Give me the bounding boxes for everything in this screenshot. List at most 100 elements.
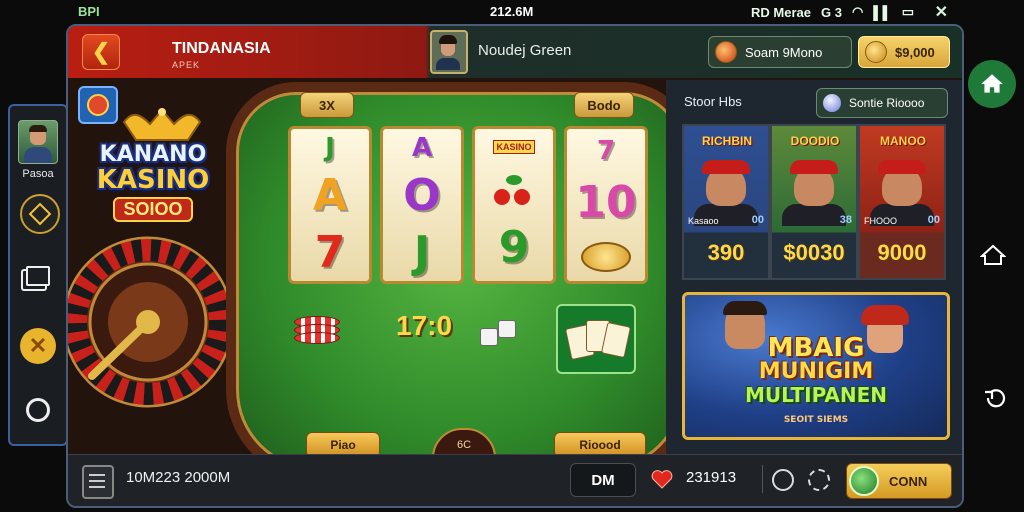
cell-signal-icon: ▌▌ (873, 4, 892, 20)
settings-icon[interactable] (772, 469, 794, 491)
bet-tag[interactable]: 3X (300, 92, 354, 118)
divider (762, 465, 763, 493)
reel-1[interactable]: J A 7 (288, 126, 372, 284)
home-fab-button[interactable] (968, 60, 1016, 108)
player-card-value: 390 (707, 240, 745, 265)
boost-tag[interactable]: Bodo (574, 92, 634, 118)
nav-home-icon[interactable] (980, 244, 1006, 266)
player-card-title: DOODIO (790, 134, 840, 148)
promo-line-4: SEOIT SIEMS (783, 415, 849, 425)
right-panel-pill[interactable]: Sontie Rioooo (816, 88, 948, 118)
status-right-group: RD Merae G 3 ◠ ▌▌ ▭ (751, 4, 914, 20)
reel-banner: KASINO (493, 139, 535, 154)
reel-symbol: 9 (498, 222, 530, 274)
reel-symbol: A (312, 169, 348, 221)
player-avatar[interactable] (430, 30, 468, 74)
player-name: Noudej Green (478, 42, 572, 59)
reel-2[interactable]: A O J (380, 126, 464, 284)
status-bar: BPI 212.6M RD Merae G 3 ◠ ▌▌ ▭ ✕ (0, 0, 1024, 24)
coin-stack-icon (581, 242, 631, 273)
status-close-icon[interactable]: ✕ (935, 2, 948, 22)
status-right-text: RD Merae (751, 4, 811, 20)
reel-4[interactable]: 7 10 (564, 126, 648, 284)
promo-banner[interactable]: MBAIG MUNIGIM MULTIPANEN SEOIT SIEMS (682, 292, 950, 440)
player-card-name: FHOOO (864, 216, 897, 226)
game-window: ❮ TINDANASIA APEK Noudej Green Soam 9Mon… (66, 24, 964, 508)
slot-reels: J A 7 A O J KASINO 9 7 10 (288, 126, 648, 284)
player-card-title: MANOO (880, 134, 926, 148)
coins-pill[interactable]: $9,000 (858, 36, 950, 68)
player-card-value: $0030 (783, 240, 845, 265)
top-bar: ❮ TINDANASIA APEK Noudej Green Soam 9Mon… (68, 26, 962, 78)
reel-3[interactable]: KASINO 9 (472, 126, 556, 284)
player-card[interactable]: DOODIO 38 $0030 (770, 124, 858, 280)
cards-icon[interactable] (556, 304, 636, 374)
user-avatar[interactable] (18, 120, 58, 164)
logo-badge-icon[interactable] (78, 86, 118, 124)
promo-line-3: MULTIPANEN (744, 383, 888, 407)
win-amount: 17:0 (396, 310, 453, 341)
globe-icon (823, 94, 841, 112)
score-label: Soam 9Mono (745, 44, 823, 60)
game-subtitle: APEK (172, 60, 201, 70)
copy-icon[interactable] (20, 258, 56, 294)
connect-label: CONN (889, 473, 928, 489)
cherry-icon (494, 174, 534, 205)
dice-icon (480, 318, 520, 350)
status-left-text: BPI (78, 4, 100, 19)
chat-icon[interactable] (20, 392, 56, 428)
reel-symbol: 10 (575, 176, 637, 228)
close-icon[interactable]: ✕ (20, 328, 56, 364)
logo-line-1: KANANO (99, 142, 207, 167)
roulette-wheel[interactable] (66, 236, 234, 408)
heart-icon[interactable] (650, 467, 674, 491)
refresh-icon[interactable] (808, 469, 830, 491)
reel-symbol: J (413, 226, 431, 278)
nav-back-icon[interactable] (982, 386, 1006, 410)
slot-table: 3X Bodo J A 7 A O J KASINO 9 7 10 17:0 P… (226, 82, 694, 480)
user-label: Pasoa (22, 168, 54, 180)
back-arrow-icon[interactable]: ❮ (82, 34, 120, 70)
left-floating-panel: Pasoa ✕ (8, 104, 68, 446)
pill-label: Sontie Rioooo (849, 96, 925, 110)
connect-icon (849, 466, 879, 496)
bottom-bar: 10M223 2000M DM 231913 CONN (68, 454, 962, 506)
player-card[interactable]: RICHBIN Kasaoo 00 390 (682, 124, 770, 280)
crown-icon (122, 108, 202, 141)
reel-symbol: J (325, 133, 335, 164)
diamond-icon[interactable] (20, 194, 60, 234)
coin-icon (865, 41, 887, 63)
right-panel-header: Stoor Hbs (684, 94, 742, 109)
status-time: 212.6M (490, 4, 534, 19)
chip-stack-icon[interactable] (294, 316, 340, 350)
wifi-icon: ◠ (851, 4, 864, 19)
coins-label: $9,000 (895, 44, 935, 60)
logo-line-3: SOIOO (113, 197, 193, 222)
reel-symbol: O (403, 169, 441, 221)
reel-symbol: 7 (314, 226, 346, 278)
player-card-number: 00 (927, 214, 940, 226)
player-card-number: 38 (839, 214, 852, 226)
game-title: TINDANASIA (172, 40, 271, 57)
casino-logo: KANANO KASINO SOIOO (78, 142, 228, 222)
player-card[interactable]: MANOO FHOOO 00 9000 (858, 124, 946, 280)
score-pill[interactable]: Soam 9Mono (708, 36, 852, 68)
bottom-info: 10M223 2000M (126, 469, 231, 486)
connect-button[interactable]: CONN (846, 463, 952, 499)
score-coin-icon (715, 41, 737, 63)
right-panel: Stoor Hbs Sontie Rioooo RICHBIN Kasaoo 0… (666, 80, 962, 504)
bottom-number: 231913 (686, 469, 737, 486)
reel-symbol: 7 (596, 135, 616, 166)
player-card-title: RICHBIN (702, 134, 752, 148)
bottom-tag[interactable]: DM (570, 463, 636, 497)
home-icon (981, 74, 1003, 93)
battery-icon: ▭ (901, 4, 914, 19)
status-signal-text: G 3 (820, 4, 842, 20)
player-card-name: Kasaoo (688, 216, 719, 226)
promo-line-2: MUNIGIM (758, 359, 874, 384)
logo-line-2: KASINO (96, 165, 210, 195)
menu-icon[interactable] (82, 465, 114, 499)
player-cards: RICHBIN Kasaoo 00 390 DOODIO 38 $0030 MA… (682, 124, 946, 280)
player-card-value: 9000 (877, 240, 927, 265)
player-card-number: 00 (751, 214, 764, 226)
